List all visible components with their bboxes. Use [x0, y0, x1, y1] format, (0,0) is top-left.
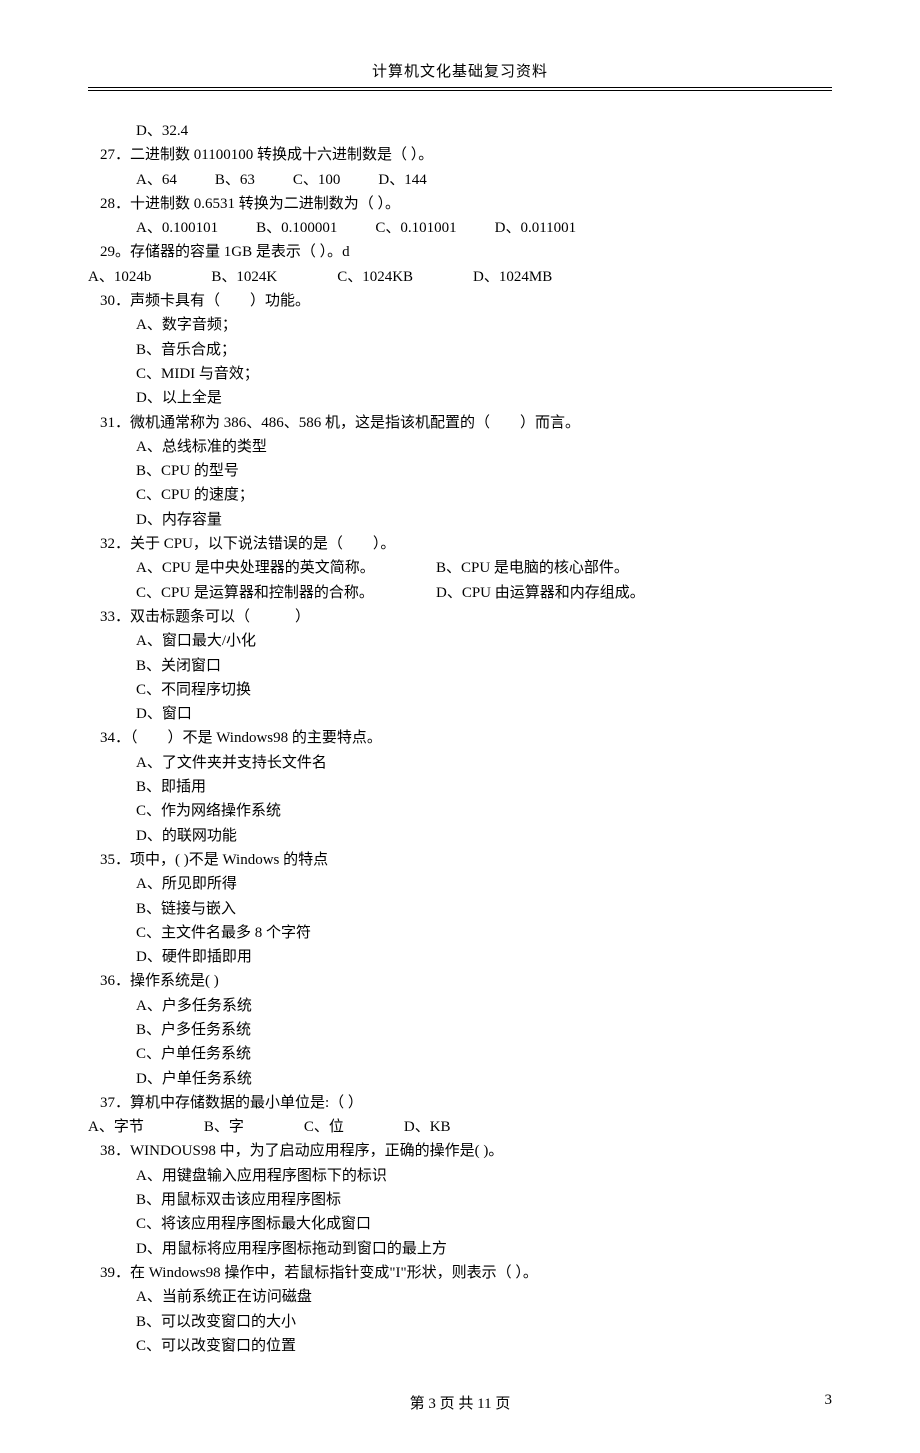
question-line: 34．（ ）不是 Windows98 的主要特点。: [88, 726, 832, 750]
option: C、1024KB: [337, 265, 413, 289]
option: D、144: [378, 168, 426, 192]
option-line: B、CPU 的型号: [88, 459, 832, 483]
option: B、63: [215, 168, 255, 192]
option-line: B、即插用: [88, 775, 832, 799]
option-row-inline: A、0.100101 B、0.100001 C、0.101001 D、0.011001: [88, 216, 832, 240]
option-line: A、总线标准的类型: [88, 435, 832, 459]
option-line: A、用键盘输入应用程序图标下的标识: [88, 1164, 832, 1188]
option-line: D、以上全是: [88, 386, 832, 410]
option: B、1024K: [211, 265, 277, 289]
option-row-inline: A、64 B、63 C、100 D、144: [88, 168, 832, 192]
question-line: 31．微机通常称为 386、486、586 机，这是指该机配置的（ ）而言。: [88, 411, 832, 435]
option: A、0.100101: [136, 216, 218, 240]
option-row-pair: A、CPU 是中央处理器的英文简称。B、CPU 是电脑的核心部件。: [88, 556, 832, 580]
option-line: C、作为网络操作系统: [88, 799, 832, 823]
question-line: 27．二进制数 01100100 转换成十六进制数是（ ）。: [88, 143, 832, 167]
option-line: C、MIDI 与音效；: [88, 362, 832, 386]
option: C、CPU 是运算器和控制器的合称。: [136, 581, 436, 605]
option-row-pair: C、CPU 是运算器和控制器的合称。D、CPU 由运算器和内存组成。: [88, 581, 832, 605]
option-line: D、户单任务系统: [88, 1067, 832, 1091]
content-body: D、32.427．二进制数 01100100 转换成十六进制数是（ ）。A、64…: [88, 119, 832, 1358]
option-line: A、了文件夹并支持长文件名: [88, 751, 832, 775]
option-line: C、可以改变窗口的位置: [88, 1334, 832, 1358]
option: A、CPU 是中央处理器的英文简称。: [136, 556, 436, 580]
option-line: A、户多任务系统: [88, 994, 832, 1018]
option-line: C、不同程序切换: [88, 678, 832, 702]
option-line: D、32.4: [88, 119, 832, 143]
question-line: 28．十进制数 0.6531 转换为二进制数为（ ）。: [88, 192, 832, 216]
option-line: D、内存容量: [88, 508, 832, 532]
option-line: C、CPU 的速度；: [88, 483, 832, 507]
option: B、字: [204, 1115, 244, 1139]
question-line: 29。存储器的容量 1GB 是表示（ ）。d: [88, 240, 832, 264]
option-line: B、音乐合成；: [88, 338, 832, 362]
option: C、位: [304, 1115, 344, 1139]
question-line: 30．声频卡具有（ ）功能。: [88, 289, 832, 313]
option: B、0.100001: [256, 216, 337, 240]
question-line: 36．操作系统是( ): [88, 969, 832, 993]
question-line: 38．WINDOUS98 中，为了启动应用程序，正确的操作是( )。: [88, 1139, 832, 1163]
option-row-inline: A、字节 B、字 C、位 D、KB: [88, 1115, 832, 1139]
option-line: D、的联网功能: [88, 824, 832, 848]
option: D、1024MB: [473, 265, 552, 289]
option-line: A、所见即所得: [88, 872, 832, 896]
divider-bottom: [88, 90, 832, 91]
option: C、100: [293, 168, 341, 192]
footer-page-number: 3: [825, 1392, 833, 1409]
question-line: 32．关于 CPU，以下说法错误的是（ ）。: [88, 532, 832, 556]
option-line: A、当前系统正在访问磁盘: [88, 1285, 832, 1309]
option-line: C、主文件名最多 8 个字符: [88, 921, 832, 945]
option-line: A、数字音频；: [88, 313, 832, 337]
option-line: D、窗口: [88, 702, 832, 726]
page-footer: 第 3 页 共 11 页 3: [88, 1392, 832, 1413]
option-line: B、可以改变窗口的大小: [88, 1310, 832, 1334]
option: A、1024b: [88, 265, 151, 289]
option-line: D、用鼠标将应用程序图标拖动到窗口的最上方: [88, 1237, 832, 1261]
question-line: 35．项中，( )不是 Windows 的特点: [88, 848, 832, 872]
option-line: D、硬件即插即用: [88, 945, 832, 969]
option: D、0.011001: [495, 216, 577, 240]
option-line: B、户多任务系统: [88, 1018, 832, 1042]
page-header: 计算机文化基础复习资料: [88, 60, 832, 87]
divider-top: [88, 87, 832, 88]
option: C、0.101001: [375, 216, 456, 240]
option: D、KB: [404, 1115, 451, 1139]
option-line: C、户单任务系统: [88, 1042, 832, 1066]
question-line: 33．双击标题条可以（ ）: [88, 605, 832, 629]
option-line: C、将该应用程序图标最大化成窗口: [88, 1212, 832, 1236]
question-line: 37．算机中存储数据的最小单位是:（ ）: [88, 1091, 832, 1115]
option-line: A、窗口最大/小化: [88, 629, 832, 653]
option-line: B、链接与嵌入: [88, 897, 832, 921]
option: D、CPU 由运算器和内存组成。: [436, 585, 645, 601]
question-line: 39．在 Windows98 操作中，若鼠标指针变成"I"形状，则表示（ ）。: [88, 1261, 832, 1285]
option-line: B、关闭窗口: [88, 654, 832, 678]
option: A、字节: [88, 1115, 144, 1139]
option: B、CPU 是电脑的核心部件。: [436, 560, 629, 576]
option-line: B、用鼠标双击该应用程序图标: [88, 1188, 832, 1212]
option-row-inline: A、1024b B、1024K C、1024KB D、1024MB: [88, 265, 832, 289]
footer-center: 第 3 页 共 11 页: [410, 1396, 511, 1412]
option: A、64: [136, 168, 177, 192]
